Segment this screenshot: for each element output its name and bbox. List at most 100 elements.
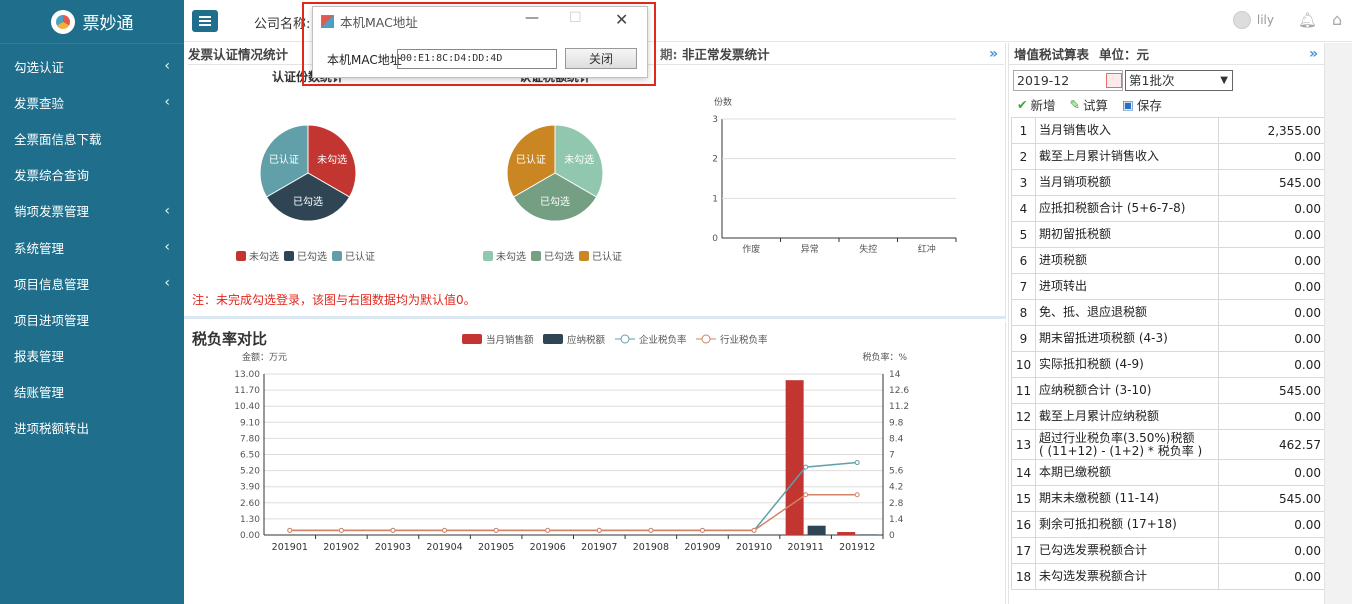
table-row: 9 期末留抵进项税额 (4-3) 0.00 — [1011, 325, 1325, 352]
legend-swatch[interactable] — [284, 251, 294, 261]
line-point[interactable] — [287, 527, 293, 533]
bar[interactable] — [859, 534, 878, 535]
add-button[interactable]: ✔ 新增 — [1017, 95, 1056, 114]
table-row: 10 实际抵扣税额 (4-9) 0.00 — [1011, 351, 1325, 378]
y2-axis-label: 税负率：% — [862, 351, 907, 363]
y2-tick-label: 14 — [889, 370, 901, 380]
table-row: 18 未勾选发票税额合计 0.00 — [1011, 563, 1325, 590]
app-icon — [321, 15, 334, 28]
sidebar-item[interactable]: 结账管理 — [0, 374, 184, 410]
y-tick-label: 11.70 — [234, 386, 260, 396]
expand-icon[interactable]: » — [989, 46, 998, 62]
sidebar-item[interactable]: 报表管理 — [0, 338, 184, 374]
close-icon[interactable]: ✕ — [615, 10, 628, 29]
row-number: 7 — [1011, 273, 1036, 300]
calculate-button[interactable]: ✎ 试算 — [1070, 95, 1109, 114]
menu-toggle-button[interactable] — [192, 10, 218, 32]
row-number: 10 — [1011, 351, 1036, 378]
y-tick-label: 6.50 — [240, 451, 260, 461]
mac-field[interactable]: 00:E1:8C:D4:DD:4D — [397, 49, 557, 69]
x-tick-label: 201910 — [736, 542, 772, 553]
row-name: 当月销售收入 — [1035, 117, 1219, 144]
line-point[interactable] — [596, 527, 602, 533]
row-value: 0.00 — [1218, 403, 1325, 430]
user-menu[interactable]: lily — [1232, 11, 1274, 29]
bar[interactable] — [837, 532, 856, 535]
legend-swatch[interactable] — [543, 334, 563, 344]
y-tick-label: 7.80 — [240, 434, 260, 444]
legend-swatch[interactable] — [236, 251, 246, 261]
batch-select[interactable]: 第1批次 ▼ — [1125, 70, 1233, 91]
sidebar-item-label: 销项发票管理 — [14, 204, 90, 220]
line-point[interactable] — [803, 492, 809, 498]
maximize-icon: ☐ — [569, 10, 582, 26]
legend-swatch[interactable] — [483, 251, 493, 261]
sidebar-item[interactable]: 勾选认证 ‹ — [0, 48, 184, 84]
row-number: 2 — [1011, 143, 1036, 170]
brand[interactable]: 票妙通 — [0, 0, 184, 44]
expand-icon[interactable]: » — [1309, 46, 1318, 62]
line-point[interactable] — [338, 527, 344, 533]
minimize-icon[interactable]: — — [525, 10, 539, 26]
legend-swatch[interactable] — [332, 251, 342, 261]
table-row: 2 截至上月累计销售收入 0.00 — [1011, 143, 1325, 170]
sidebar-item[interactable]: 系统管理 ‹ — [0, 229, 184, 265]
home-icon[interactable]: ⌂ — [1332, 10, 1350, 29]
logo-icon — [50, 9, 75, 34]
slice-label: 已勾选 — [293, 195, 323, 208]
line-point[interactable] — [803, 464, 809, 470]
slice-label: 已认证 — [516, 153, 546, 166]
close-button[interactable]: 关闭 — [565, 48, 637, 69]
sidebar-item[interactable]: 进项税额转出 — [0, 410, 184, 446]
sidebar-item[interactable]: 发票查验 ‹ — [0, 84, 184, 120]
sidebar-item[interactable]: 销项发票管理 ‹ — [0, 193, 184, 229]
line-point[interactable] — [390, 527, 396, 533]
bar[interactable] — [785, 380, 804, 535]
bar[interactable] — [807, 525, 826, 535]
save-button[interactable]: ▣ 保存 — [1122, 95, 1162, 114]
x-tick-label: 201906 — [530, 542, 566, 553]
line-point[interactable] — [545, 527, 551, 533]
table-row: 5 期初留抵税额 0.00 — [1011, 221, 1325, 248]
y2-tick-label: 9.8 — [889, 418, 904, 428]
sidebar-item-label: 报表管理 — [14, 349, 65, 365]
row-number: 5 — [1011, 221, 1036, 248]
line-point[interactable] — [854, 460, 860, 466]
sidebar-item[interactable]: 全票面信息下载 — [0, 120, 184, 156]
legend-label: 已勾选 — [544, 250, 574, 263]
table-row: 14 本期已缴税额 0.00 — [1011, 459, 1325, 486]
y-tick-label: 0.00 — [240, 531, 260, 541]
row-name: 进项税额 — [1035, 247, 1219, 274]
table-row: 17 已勾选发票税额合计 0.00 — [1011, 537, 1325, 564]
line-point[interactable] — [493, 527, 499, 533]
scrollbar[interactable] — [1324, 43, 1352, 604]
line-point[interactable] — [699, 527, 705, 533]
sidebar-item-label: 发票综合查询 — [14, 168, 90, 184]
slice-label: 已勾选 — [540, 195, 570, 208]
line-point[interactable] — [648, 527, 654, 533]
slice-label: 未勾选 — [317, 153, 347, 166]
row-number: 4 — [1011, 195, 1036, 222]
table-row: 7 进项转出 0.00 — [1011, 273, 1325, 300]
period-input[interactable]: 2019-12 — [1013, 70, 1123, 91]
tax-rate-chart: 当月销售额 应纳税额 企业税负率 行业税负率金额：万元 税负率：% 0.00 0 1.30 1.… — [234, 334, 909, 553]
sidebar-item[interactable]: 项目信息管理 ‹ — [0, 265, 184, 301]
slice-label: 未勾选 — [564, 153, 594, 166]
table-row: 11 应纳税额合计 (3-10) 545.00 — [1011, 377, 1325, 404]
table-row: 4 应抵扣税额合计 (5+6-7-8) 0.00 — [1011, 195, 1325, 222]
row-number: 13 — [1011, 429, 1036, 460]
sidebar-item[interactable]: 发票综合查询 — [0, 157, 184, 193]
legend-swatch[interactable] — [579, 251, 589, 261]
sidebar-item[interactable]: 项目进项管理 — [0, 301, 184, 337]
table-row: 8 免、抵、退应退税额 0.00 — [1011, 299, 1325, 326]
line-point[interactable] — [751, 527, 757, 533]
dialog-title: 本机MAC地址 — [321, 12, 418, 31]
line-point[interactable] — [854, 492, 860, 498]
row-value: 0.00 — [1218, 537, 1325, 564]
line-point[interactable] — [442, 527, 448, 533]
legend-swatch[interactable] — [462, 334, 482, 344]
calendar-icon[interactable] — [1106, 73, 1122, 88]
legend-swatch[interactable] — [531, 251, 541, 261]
hidden-suffix: 期: — [660, 47, 678, 62]
bell-icon[interactable]: 🔔︎ — [1298, 11, 1317, 29]
